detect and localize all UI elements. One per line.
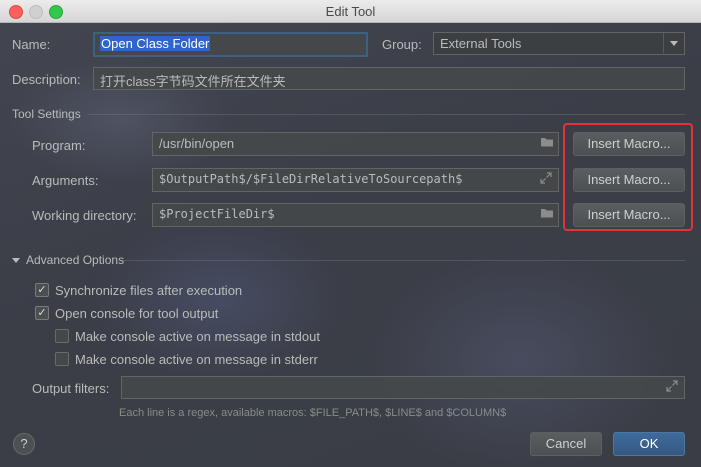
ok-button[interactable]: OK <box>613 432 685 456</box>
sync-files-checkbox[interactable]: ✓ <box>35 283 49 297</box>
arguments-label: Arguments: <box>32 173 99 188</box>
insert-macro-highlight-box <box>563 123 693 231</box>
expand-icon[interactable] <box>666 380 680 394</box>
edit-tool-dialog: Edit Tool Name: Open Class Folder Group:… <box>0 0 701 467</box>
help-button[interactable]: ? <box>13 433 35 455</box>
window-title: Edit Tool <box>325 4 376 19</box>
expand-icon[interactable] <box>540 172 554 186</box>
program-label: Program: <box>32 138 86 153</box>
output-filters-field[interactable] <box>121 376 685 399</box>
chevron-down-icon <box>663 33 684 53</box>
program-field[interactable]: /usr/bin/open <box>152 132 559 156</box>
sync-files-label: Synchronize files after execution <box>55 283 243 298</box>
folder-icon[interactable] <box>540 207 554 221</box>
advanced-options-divider <box>122 260 685 261</box>
open-console-checkbox[interactable]: ✓ <box>35 306 49 320</box>
title-bar: Edit Tool <box>0 0 701 23</box>
checkmark-icon: ✓ <box>37 306 47 319</box>
group-dropdown[interactable]: External Tools <box>433 32 685 55</box>
arguments-field[interactable]: $OutputPath$/$FileDirRelativeToSourcepat… <box>152 168 559 192</box>
console-stderr-checkbox[interactable] <box>55 352 69 366</box>
checkmark-icon: ✓ <box>37 283 47 296</box>
cancel-button[interactable]: Cancel <box>530 432 602 456</box>
tool-settings-divider <box>88 114 685 115</box>
disclosure-triangle-icon <box>12 258 20 264</box>
advanced-options-toggle[interactable]: Advanced Options <box>12 253 124 267</box>
description-field[interactable]: 打开class字节码文件所在文件夹 <box>93 67 685 90</box>
working-directory-label: Working directory: <box>32 208 137 223</box>
group-dropdown-value: External Tools <box>440 36 522 51</box>
name-label: Name: <box>12 37 51 52</box>
advanced-options-title: Advanced Options <box>26 253 125 267</box>
working-directory-field-value: $ProjectFileDir$ <box>159 207 275 221</box>
program-field-value: /usr/bin/open <box>159 136 235 151</box>
description-field-value: 打开class字节码文件所在文件夹 <box>100 74 286 89</box>
folder-icon[interactable] <box>540 136 554 150</box>
arguments-field-value: $OutputPath$/$FileDirRelativeToSourcepat… <box>159 172 463 186</box>
output-filters-hint: Each line is a regex, available macros: … <box>119 407 507 419</box>
name-field-value: Open Class Folder <box>100 36 211 51</box>
tool-settings-title: Tool Settings <box>12 107 81 121</box>
console-stdout-label: Make console active on message in stdout <box>75 329 320 344</box>
output-filters-label: Output filters: <box>32 381 110 396</box>
working-directory-field[interactable]: $ProjectFileDir$ <box>152 203 559 227</box>
console-stdout-checkbox[interactable] <box>55 329 69 343</box>
group-label: Group: <box>382 37 422 52</box>
name-field[interactable]: Open Class Folder <box>93 32 368 57</box>
description-label: Description: <box>12 72 81 87</box>
console-stderr-label: Make console active on message in stderr <box>75 352 318 367</box>
open-console-label: Open console for tool output <box>55 306 219 321</box>
